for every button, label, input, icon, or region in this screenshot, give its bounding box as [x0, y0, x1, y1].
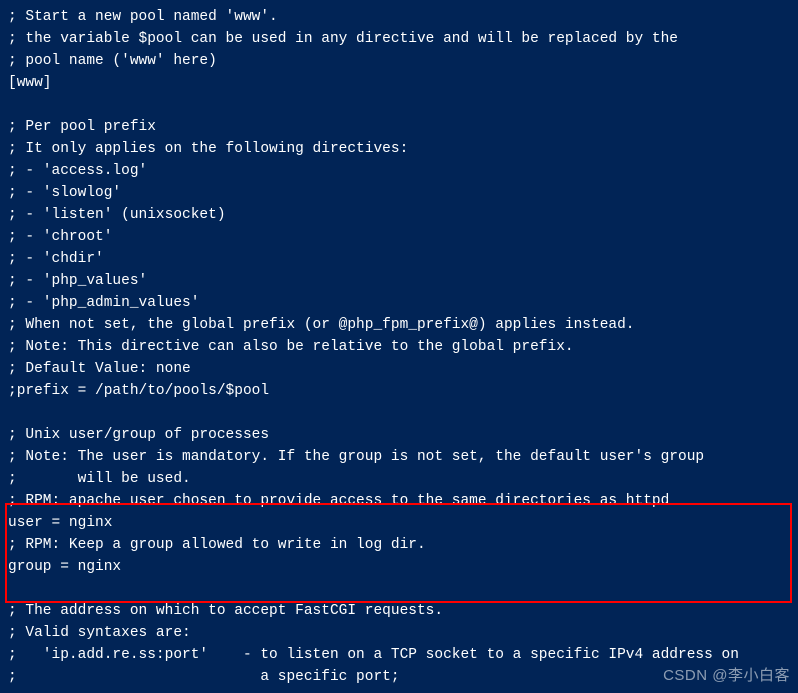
code-line: [8, 578, 790, 600]
code-line: ; - 'access.log': [8, 160, 790, 182]
code-line: ; - 'slowlog': [8, 182, 790, 204]
code-line: ; Valid syntaxes are:: [8, 622, 790, 644]
code-line: [8, 94, 790, 116]
code-line: group = nginx: [8, 556, 790, 578]
code-line: ; - 'php_values': [8, 270, 790, 292]
config-file-content: ; Start a new pool named 'www'.; the var…: [8, 6, 790, 688]
code-line: ; - 'php_admin_values': [8, 292, 790, 314]
code-line: ;prefix = /path/to/pools/$pool: [8, 380, 790, 402]
code-line: ; When not set, the global prefix (or @p…: [8, 314, 790, 336]
code-line: ; Unix user/group of processes: [8, 424, 790, 446]
code-line: ; Note: This directive can also be relat…: [8, 336, 790, 358]
code-line: ; 'ip.add.re.ss:port' - to listen on a T…: [8, 644, 790, 666]
code-line: user = nginx: [8, 512, 790, 534]
code-line: ; Default Value: none: [8, 358, 790, 380]
code-line: [8, 402, 790, 424]
code-line: ; RPM: apache user chosen to provide acc…: [8, 490, 790, 512]
code-line: ; The address on which to accept FastCGI…: [8, 600, 790, 622]
code-line: ; - 'chdir': [8, 248, 790, 270]
code-line: ; pool name ('www' here): [8, 50, 790, 72]
code-line: ; Start a new pool named 'www'.: [8, 6, 790, 28]
watermark-text: CSDN @李小白客: [663, 665, 790, 687]
code-line: ; - 'chroot': [8, 226, 790, 248]
code-line: ; the variable $pool can be used in any …: [8, 28, 790, 50]
code-line: ; RPM: Keep a group allowed to write in …: [8, 534, 790, 556]
code-line: ; - 'listen' (unixsocket): [8, 204, 790, 226]
code-line: [www]: [8, 72, 790, 94]
code-line: ; It only applies on the following direc…: [8, 138, 790, 160]
code-line: ; will be used.: [8, 468, 790, 490]
code-line: ; Note: The user is mandatory. If the gr…: [8, 446, 790, 468]
code-line: ; Per pool prefix: [8, 116, 790, 138]
